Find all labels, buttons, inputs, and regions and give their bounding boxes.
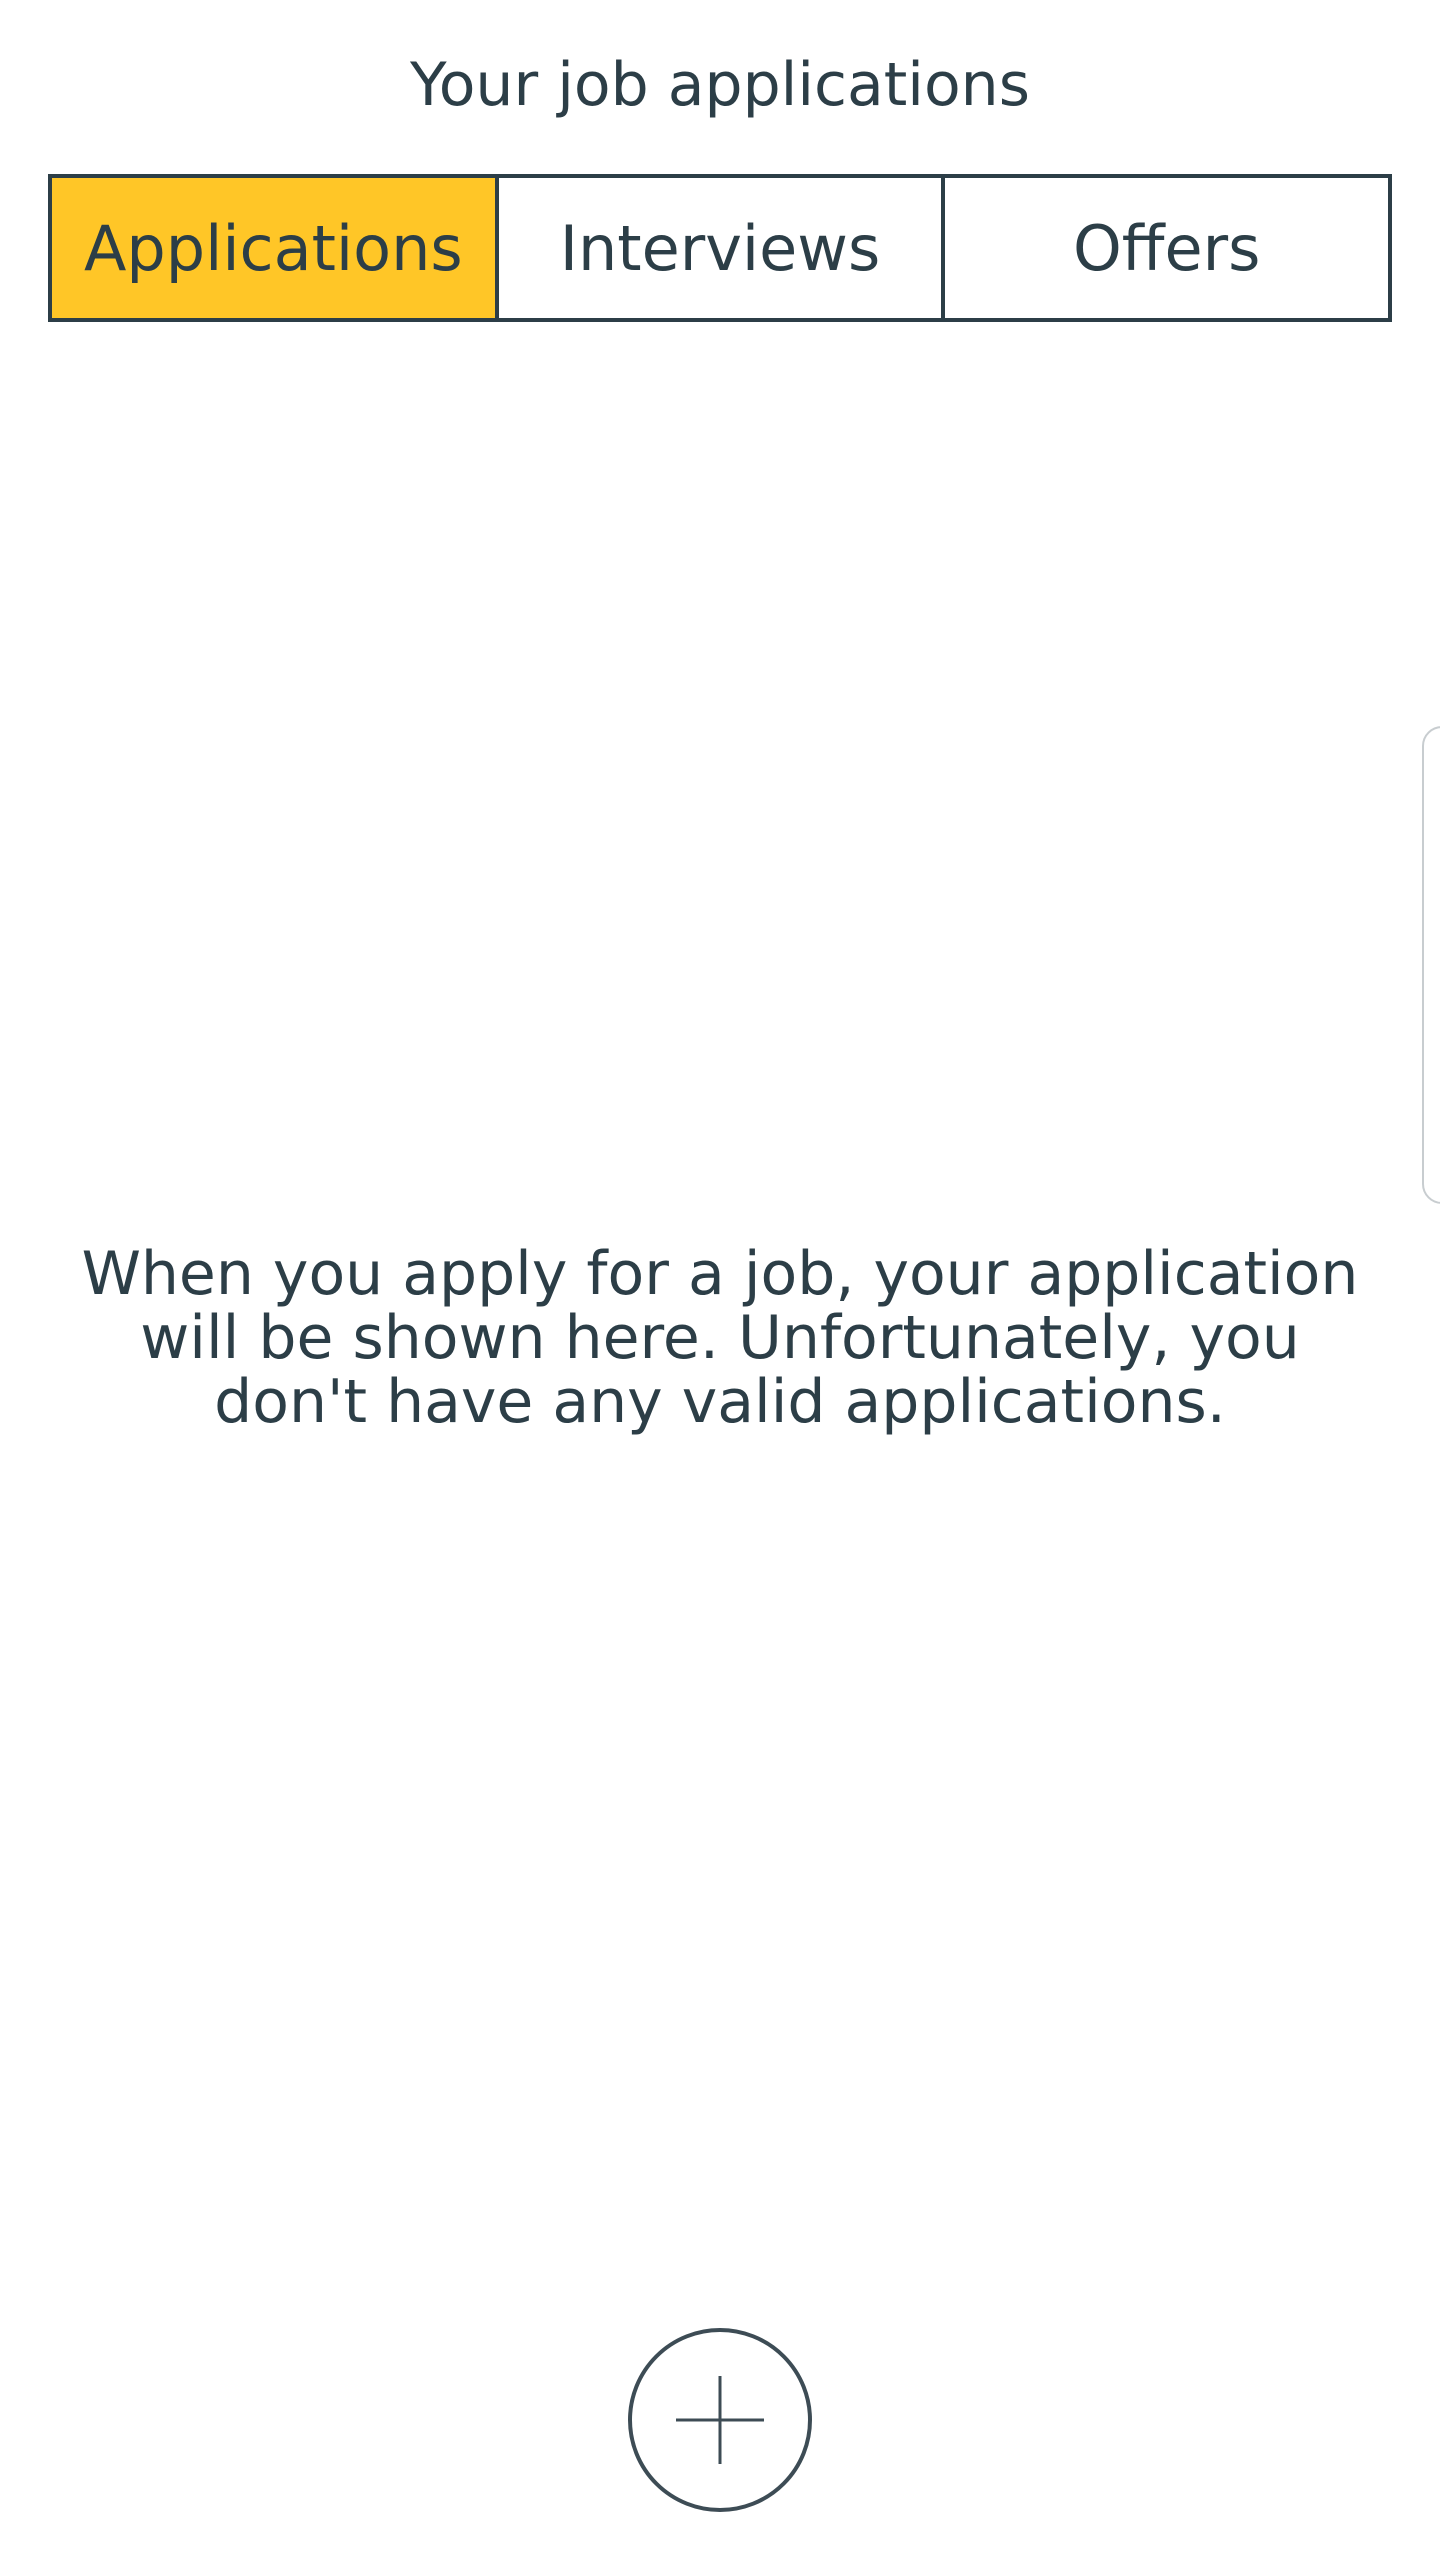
tab-offers[interactable]: Offers <box>941 178 1389 318</box>
tab-bar: Applications Interviews Offers <box>48 174 1392 322</box>
plus-icon <box>676 2376 764 2464</box>
add-application-button[interactable] <box>628 2328 812 2512</box>
tab-applications[interactable]: Applications <box>52 178 495 318</box>
tab-interviews[interactable]: Interviews <box>494 178 942 318</box>
page-title: Your job applications <box>410 50 1030 120</box>
edge-panel-handle[interactable] <box>1422 726 1440 1204</box>
empty-state-message: When you apply for a job, your applicati… <box>81 1239 1359 1437</box>
